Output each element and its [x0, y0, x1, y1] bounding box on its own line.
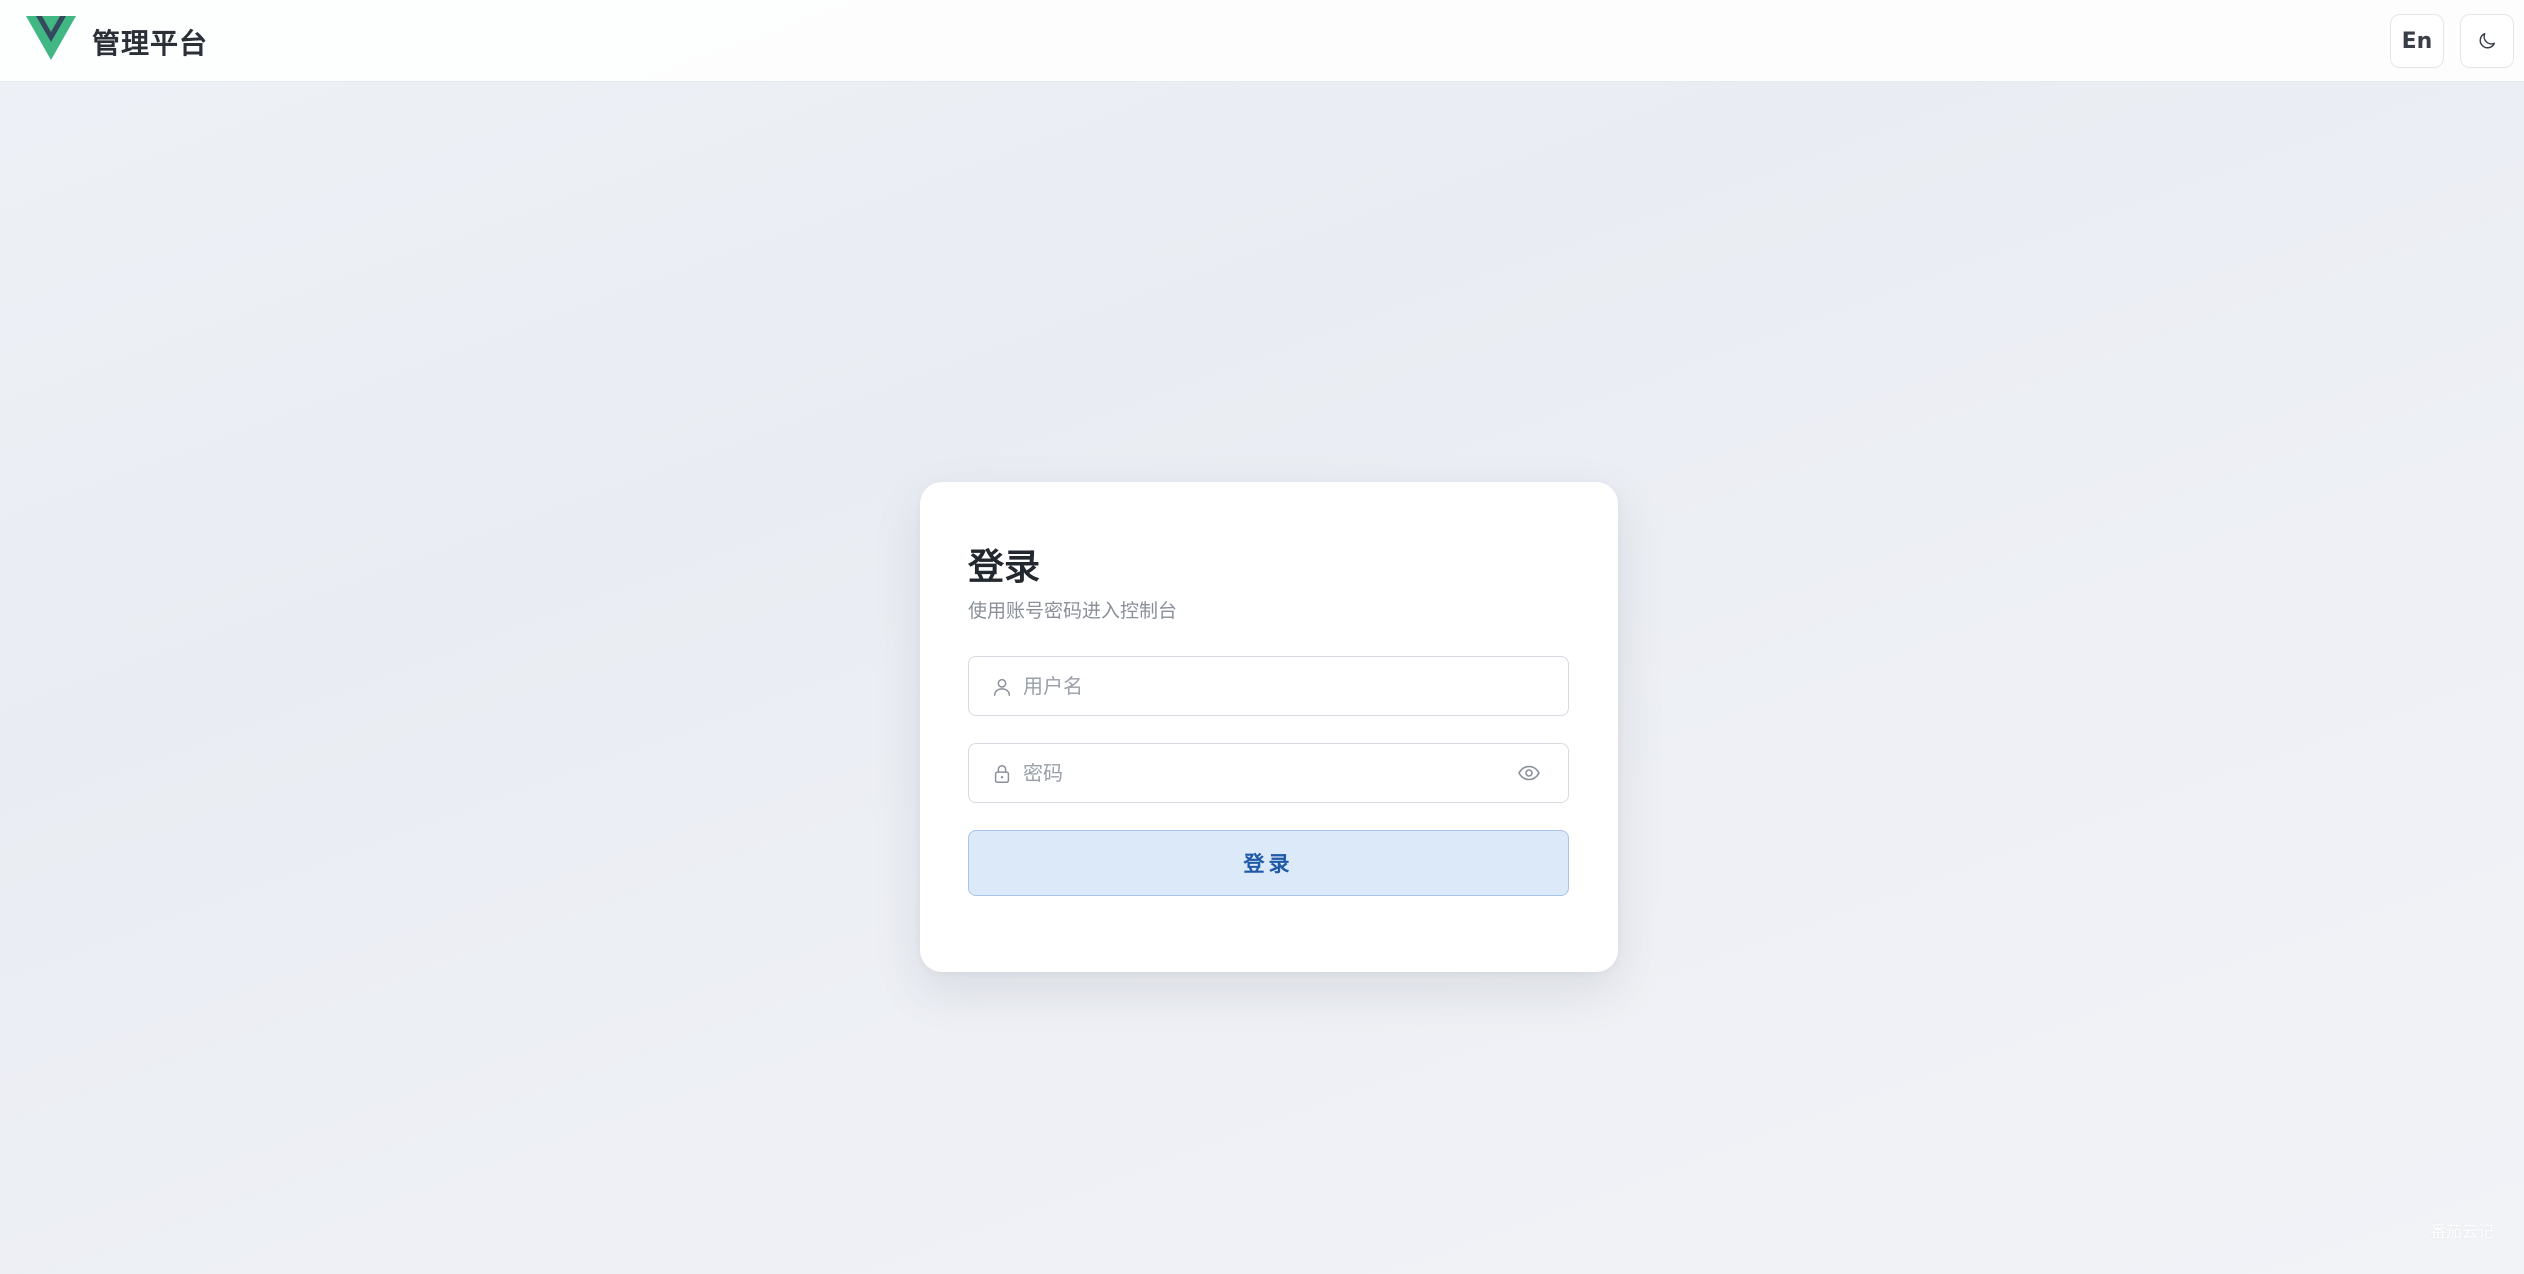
theme-toggle-button[interactable]	[2460, 14, 2514, 68]
login-subtitle: 使用账号密码进入控制台	[968, 600, 1178, 622]
top-bar: 管理平台 En	[0, 0, 2524, 82]
login-submit-button[interactable]: 登录	[968, 830, 1569, 896]
moon-icon	[2479, 32, 2496, 49]
password-input[interactable]	[1023, 744, 1503, 801]
username-field[interactable]	[968, 656, 1569, 716]
vue-logo-icon	[26, 16, 76, 60]
brand-title: 管理平台	[92, 27, 209, 60]
login-title: 登录	[968, 547, 1041, 588]
watermark: 番茄云记	[2430, 1222, 2495, 1241]
eye-icon[interactable]	[1517, 762, 1541, 784]
login-card: 登录 使用账号密码进入控制台 登录	[920, 482, 1618, 972]
lock-icon	[994, 765, 1010, 783]
user-icon	[993, 678, 1011, 696]
username-input[interactable]	[1023, 657, 1503, 714]
password-field[interactable]	[968, 743, 1569, 803]
language-switch-button[interactable]: En	[2390, 14, 2444, 68]
